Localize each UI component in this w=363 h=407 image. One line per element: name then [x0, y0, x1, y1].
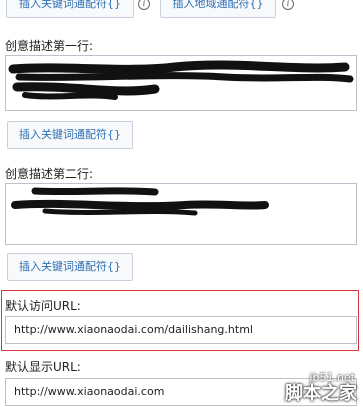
- desc-line2-label: 创意描述第二行:: [5, 167, 94, 181]
- desc-line1-label: 创意描述第一行:: [5, 39, 94, 53]
- desc-line1-insert-keyword-button[interactable]: 插入关键词通配符{}: [7, 121, 133, 149]
- help-icon[interactable]: i: [138, 0, 150, 10]
- watermark-brand: 脚本之家: [285, 383, 357, 405]
- desc-line2-insert-keyword-button[interactable]: 插入关键词通配符{}: [7, 253, 133, 281]
- insert-keyword-wildcard-button-top[interactable]: 插入关键词通配符{}: [6, 0, 134, 18]
- default-visit-url-input[interactable]: http://www.xiaonaodai.com/dailishang.htm…: [5, 316, 357, 344]
- desc-line1-textarea[interactable]: [5, 55, 357, 111]
- site-watermark: jb51.net 脚本之家: [285, 372, 357, 404]
- ad-creative-form: 插入关键词通配符{} i 插入地域通配符{} i 创意描述第一行: 插入关键词通…: [0, 0, 363, 407]
- insert-region-wildcard-button[interactable]: 插入地域通配符{}: [160, 0, 276, 18]
- desc-line2-textarea[interactable]: [5, 183, 357, 245]
- default-visit-url-label: 默认访问URL:: [5, 299, 81, 313]
- help-icon[interactable]: i: [282, 0, 294, 10]
- default-display-url-label: 默认显示URL:: [5, 360, 81, 374]
